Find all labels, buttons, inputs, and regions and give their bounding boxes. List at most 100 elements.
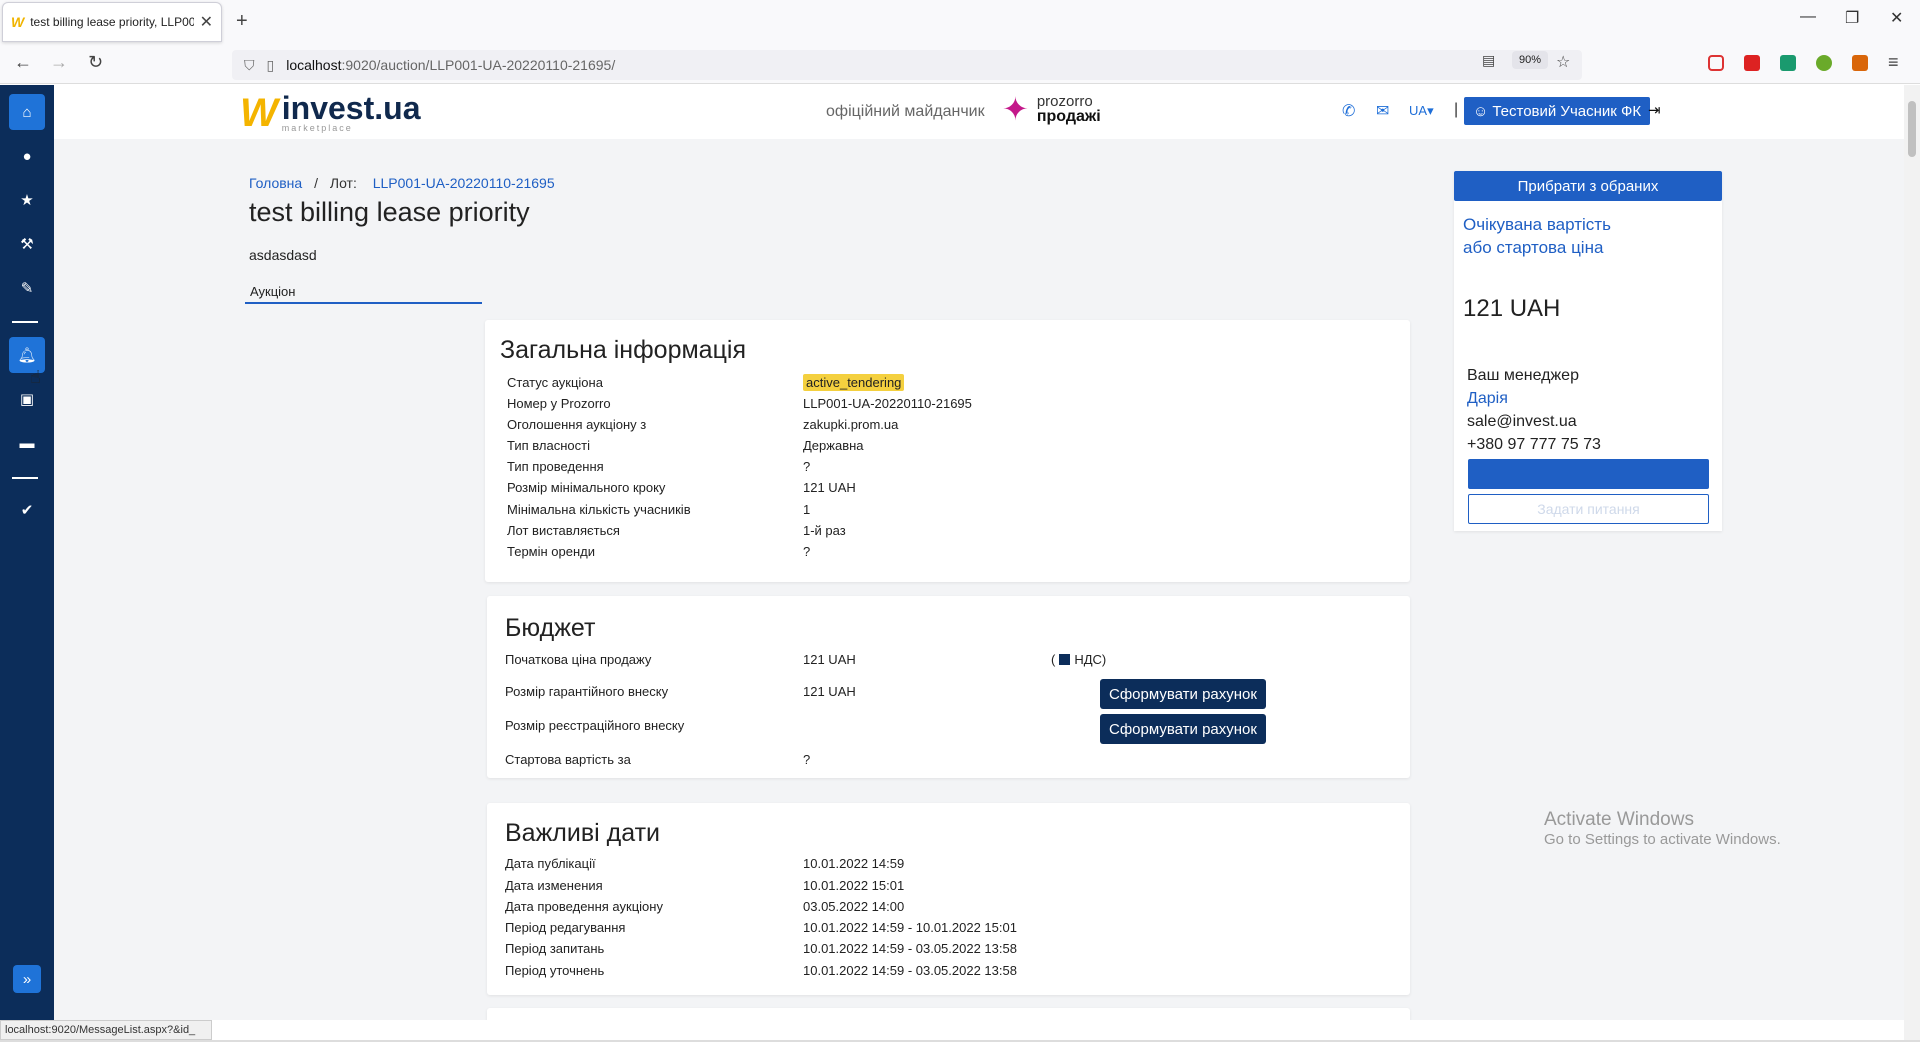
orange-extension-icon[interactable] xyxy=(1852,55,1868,71)
vat-open: ( xyxy=(1051,652,1056,667)
edit-period-label: Період редагування xyxy=(505,920,626,935)
guarantee-invoice-button[interactable]: Сформувати рахунок xyxy=(1100,679,1266,709)
general-info-card: Загальна інформація Статус аукціона acti… xyxy=(485,320,1410,582)
vat-checkbox[interactable] xyxy=(1059,654,1071,665)
lease-term-label: Термін оренди xyxy=(507,544,596,559)
clarification-period-value: 10.01.2022 14:59 - 03.05.2022 13:58 xyxy=(803,963,1017,978)
reader-view-icon[interactable]: ▤ xyxy=(1482,52,1495,69)
breadcrumb-separator: / xyxy=(314,175,318,191)
phone-icon[interactable]: ✆ xyxy=(1342,101,1355,121)
language-select[interactable]: UA▾ xyxy=(1409,103,1434,119)
minimize-icon[interactable]: — xyxy=(1800,8,1816,26)
extension-icon[interactable] xyxy=(1744,55,1760,71)
published-date-label: Дата публікації xyxy=(505,856,596,871)
start-price-label: Початкова ціна продажу xyxy=(505,652,652,667)
manager-primary-button[interactable] xyxy=(1468,459,1709,489)
min-step-label: Розмір мінімального кроку xyxy=(507,480,666,495)
browser-tab[interactable]: W test billing lease priority, LLP001 ✕ xyxy=(2,2,222,42)
expected-value-link[interactable]: Очікувана вартість або стартова ціна xyxy=(1463,213,1611,259)
user-outline-icon: ☺ xyxy=(1473,102,1489,120)
auction-date-label: Дата проведення аукціону xyxy=(505,899,663,914)
lot-description: asdasdasd xyxy=(249,247,317,263)
dates-heading: Важливі дати xyxy=(505,819,660,847)
gavel-icon[interactable]: ⚒ xyxy=(9,226,45,262)
check-circle-icon[interactable]: ✔ xyxy=(9,492,45,528)
site-favicon-icon: W xyxy=(11,14,25,30)
pencil-icon[interactable]: ✎ xyxy=(9,270,45,306)
logout-icon[interactable]: ⇥ xyxy=(1648,101,1661,119)
min-participants-value: 1 xyxy=(803,502,811,517)
url-path: :9020/auction/LLP001-UA-20220110-21695/ xyxy=(341,57,616,73)
document-icon[interactable]: ▬ xyxy=(9,425,45,461)
min-participants-label: Мінімальна кількість учасників xyxy=(507,502,691,517)
url-bar[interactable]: ⛉ ▯ localhost:9020/auction/LLP001-UA-202… xyxy=(232,50,1582,80)
breadcrumb-home[interactable]: Головна xyxy=(249,175,302,191)
scroll-thumb[interactable] xyxy=(1908,101,1916,157)
expand-sidebar-icon[interactable]: » xyxy=(13,965,41,993)
announced-from-label: Оголошення аукціону з xyxy=(507,417,647,432)
published-date-value: 10.01.2022 14:59 xyxy=(803,856,905,871)
prozorro-number-label: Номер у Prozorro xyxy=(507,396,611,411)
close-tab-icon[interactable]: ✕ xyxy=(200,12,213,32)
site-header: W invest.ua marketplace офіційний майдан… xyxy=(54,85,1904,139)
watermark-line1: Activate Windows xyxy=(1544,809,1694,830)
min-step-value: 121 UAH xyxy=(803,480,856,495)
expected-value-line2: або стартова ціна xyxy=(1463,238,1604,257)
email-icon[interactable]: ✉ xyxy=(1376,101,1389,121)
prozorro-logo[interactable]: ✦ prozorro продажі xyxy=(1002,93,1101,125)
prozorro-number-value: LLP001-UA-20220110-21695 xyxy=(803,396,972,411)
guarantee-fee-value: 121 UAH xyxy=(803,684,856,699)
save-extension-icon[interactable] xyxy=(1780,55,1796,71)
procedure-type-label: Тип проведення xyxy=(507,459,604,474)
manager-phone: +380 97 777 75 73 xyxy=(1467,436,1601,453)
remove-favorite-button[interactable]: Прибрати з обраних xyxy=(1454,171,1722,201)
registration-fee-label: Розмір реєстраційного внеску xyxy=(505,718,685,733)
new-tab-icon[interactable]: + xyxy=(236,10,248,33)
breadcrumb-lot-id[interactable]: LLP001-UA-20220110-21695 xyxy=(373,175,555,191)
guarantee-fee-label: Розмір гарантійного внеску xyxy=(505,684,669,699)
nav-toolbar: ← → ↻ ⛉ ▯ localhost:9020/auction/LLP001-… xyxy=(0,44,1920,84)
left-sidebar: ⌂ ● ★ ⚒ ✎ 🔔︎ ▣ ▬ ✔ » xyxy=(0,85,54,1020)
menu-icon[interactable]: ≡ xyxy=(1888,52,1899,73)
prozorro-text: prozorro xyxy=(1036,93,1093,110)
ask-question-button[interactable]: Задати питання xyxy=(1468,494,1709,524)
lot-offered-label: Лот виставляється xyxy=(507,523,620,538)
expected-value-line1: Очікувана вартість xyxy=(1463,215,1611,234)
general-info-heading: Загальна інформація xyxy=(500,336,746,364)
windows-activation-watermark: Activate Windows Go to Settings to activ… xyxy=(1544,809,1781,848)
zoom-level[interactable]: 90% xyxy=(1512,51,1549,69)
edit-period-value: 10.01.2022 14:59 - 10.01.2022 15:01 xyxy=(803,920,1017,935)
close-window-icon[interactable]: ✕ xyxy=(1890,8,1903,28)
page-scrollbar[interactable] xyxy=(1904,85,1920,1042)
status-badge: active_tendering xyxy=(803,374,905,391)
invest-ua-logo[interactable]: W invest.ua marketplace xyxy=(240,90,421,135)
user-name: Тестовий Учасник ФК xyxy=(1492,102,1642,120)
lot-offered-value: 1-й раз xyxy=(803,523,846,538)
manager-name[interactable]: Дарія xyxy=(1467,390,1508,408)
tab-auction[interactable]: Аукціон xyxy=(245,284,482,304)
user-menu-button[interactable]: ☺ Тестовий Учасник ФК xyxy=(1464,97,1651,125)
next-section-card xyxy=(487,1008,1410,1020)
registration-invoice-button[interactable]: Сформувати рахунок xyxy=(1100,714,1266,744)
status-label: Статус аукціона xyxy=(507,375,603,390)
restore-icon[interactable]: ❐ xyxy=(1845,8,1859,28)
official-platform-label: офіційний майданчик xyxy=(826,103,985,120)
reload-icon[interactable]: ↻ xyxy=(88,52,103,73)
home-icon[interactable]: ⌂ xyxy=(9,94,45,130)
logo-mark-icon: W xyxy=(240,91,278,135)
pocket-icon[interactable] xyxy=(1708,55,1724,71)
star-icon[interactable]: ★ xyxy=(9,182,45,218)
bookmark-star-icon[interactable]: ☆ xyxy=(1556,52,1570,72)
user-icon[interactable]: ● xyxy=(9,138,45,174)
shield-icon: ⛉ xyxy=(244,56,255,73)
brand-name: invest.ua xyxy=(281,90,421,126)
breadcrumb-lot-label: Лот: xyxy=(329,175,357,191)
ownership-type-label: Тип власності xyxy=(507,438,590,453)
procedure-type-value: ? xyxy=(803,459,811,474)
forward-icon[interactable]: → xyxy=(50,52,68,73)
vat-label: НДС) xyxy=(1074,652,1107,667)
url-host: localhost xyxy=(286,57,342,73)
breadcrumb: Головна / Лот: LLP001-UA-20220110-21695 xyxy=(249,175,555,191)
back-icon[interactable]: ← xyxy=(14,52,32,73)
green-extension-icon[interactable] xyxy=(1816,55,1832,71)
